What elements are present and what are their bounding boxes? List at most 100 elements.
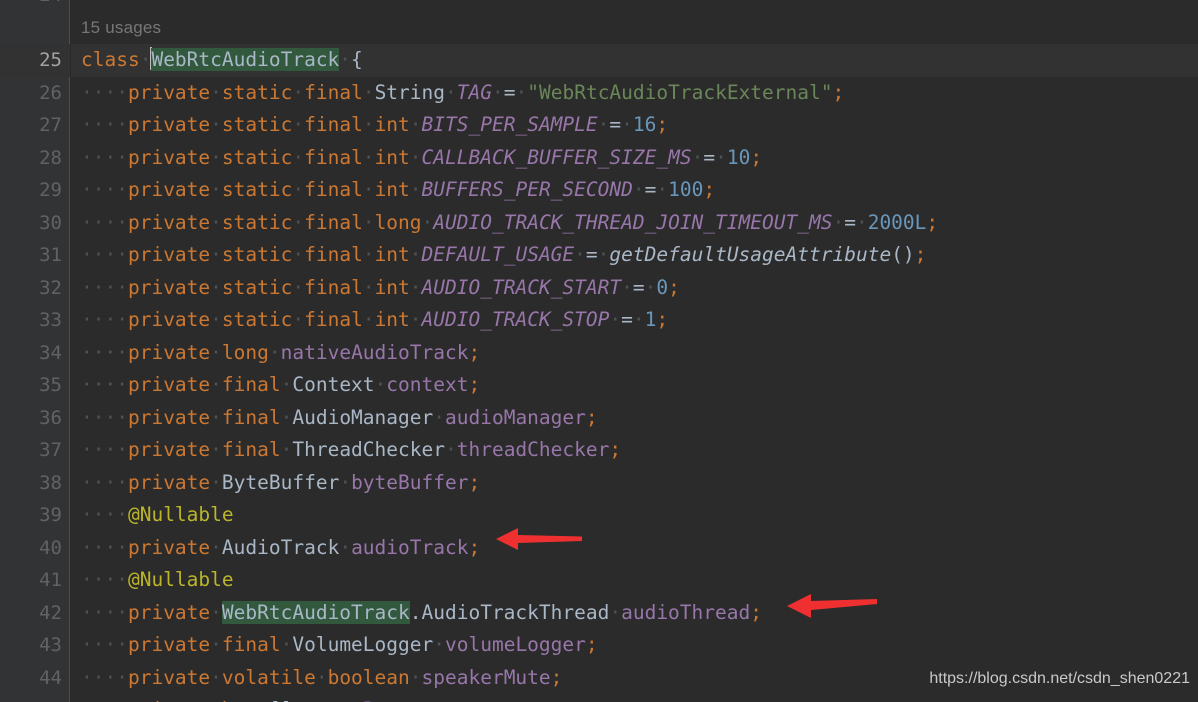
line-number[interactable]: 44	[0, 662, 70, 695]
token-field-context[interactable]: context	[386, 373, 468, 396]
token-type-context[interactable]: Context	[292, 373, 374, 396]
code-line-45[interactable]: ····private·byte[]·emptyBytes;	[71, 694, 1198, 702]
token-constant-default-usage[interactable]: DEFAULT_USAGE	[422, 243, 575, 266]
line-number[interactable]: 42	[0, 597, 70, 630]
token-constant-audio-track-thread-join-timeout-ms[interactable]: AUDIO_TRACK_THREAD_JOIN_TIMEOUT_MS	[433, 211, 832, 234]
token-keyword-private: private	[127, 178, 211, 201]
code-line-27[interactable]: ····private·static·final·int·BITS_PER_SA…	[71, 109, 1198, 142]
line-number-current[interactable]: 25	[0, 44, 70, 77]
line-number-gutter[interactable]: 24 25 26 27 28 29 30 31 32 33 34 35 36 3…	[0, 0, 70, 702]
code-line-24[interactable]	[71, 0, 1198, 12]
token-number[interactable]: 100	[668, 178, 703, 201]
token-field-audio-track[interactable]: audioTrack	[351, 536, 468, 559]
code-line-33[interactable]: ····private·static·final·int·AUDIO_TRACK…	[71, 304, 1198, 337]
token-type-webrtcaudiotrack[interactable]: WebRtcAudioTrack	[221, 600, 410, 624]
token-annotation-nullable[interactable]: @Nullable	[128, 503, 234, 526]
token-keyword-final: final	[304, 113, 363, 136]
code-line-39[interactable]: ····@Nullable	[71, 499, 1198, 532]
token-space: ·	[362, 210, 375, 234]
line-number[interactable]: 26	[0, 77, 70, 110]
code-line-42[interactable]: ····private·WebRtcAudioTrack.AudioTrackT…	[71, 597, 1198, 630]
token-annotation-nullable[interactable]: @Nullable	[128, 568, 234, 591]
token-indent: ····	[81, 243, 128, 266]
token-constant-buffers-per-second[interactable]: BUFFERS_PER_SECOND	[422, 178, 633, 201]
token-indent: ····	[81, 503, 128, 526]
code-line-40[interactable]: ····private·AudioTrack·audioTrack;	[71, 532, 1198, 565]
token-number[interactable]: 10	[727, 146, 750, 169]
token-constant-audio-track-stop[interactable]: AUDIO_TRACK_STOP	[422, 308, 610, 331]
token-method-call-get-default-usage-attribute[interactable]: getDefaultUsageAttribute	[609, 243, 891, 266]
token-parens: ()	[891, 243, 915, 266]
line-number[interactable]: 29	[0, 174, 70, 207]
line-number[interactable]: 40	[0, 532, 70, 565]
token-field-audio-thread[interactable]: audioThread	[621, 601, 750, 624]
token-space: ·	[292, 210, 305, 234]
token-number[interactable]: 1	[645, 308, 657, 331]
line-number[interactable]: 36	[0, 402, 70, 435]
token-space: ·	[210, 80, 222, 104]
token-keyword-static: static	[221, 178, 293, 201]
code-line-31[interactable]: ····private·static·final·int·DEFAULT_USA…	[71, 239, 1198, 272]
line-number[interactable]: 43	[0, 629, 70, 662]
token-constant-bits-per-sample[interactable]: BITS_PER_SAMPLE	[422, 113, 598, 136]
line-number[interactable]: 39	[0, 499, 70, 532]
code-line-32[interactable]: ····private·static·final·int·AUDIO_TRACK…	[71, 272, 1198, 305]
code-editor[interactable]: 24 25 26 27 28 29 30 31 32 33 34 35 36 3…	[0, 0, 1198, 702]
line-number[interactable]: 31	[0, 239, 70, 272]
code-line-29[interactable]: ····private·static·final·int·BUFFERS_PER…	[71, 174, 1198, 207]
line-number[interactable]: 27	[0, 109, 70, 142]
token-number[interactable]: 0	[656, 276, 668, 299]
token-field-empty-bytes[interactable]: emptyBytes	[304, 698, 421, 702]
token-field-volume-logger[interactable]: volumeLogger	[445, 633, 586, 656]
line-number[interactable]: 38	[0, 467, 70, 500]
inlay-hint-usages[interactable]: 15 usages	[71, 12, 1198, 45]
code-line-34[interactable]: ····private·long·nativeAudioTrack;	[71, 337, 1198, 370]
code-line-35[interactable]: ····private·final·Context·context;	[71, 369, 1198, 402]
line-number[interactable]: 28	[0, 142, 70, 175]
token-field-audio-manager[interactable]: audioManager	[445, 406, 586, 429]
token-type-audio-manager[interactable]: AudioManager	[292, 406, 433, 429]
code-line-43[interactable]: ····private·final·VolumeLogger·volumeLog…	[71, 629, 1198, 662]
token-constant-callback-buffer-size-ms[interactable]: CALLBACK_BUFFER_SIZE_MS	[422, 146, 692, 169]
token-field-thread-checker[interactable]: threadChecker	[457, 438, 610, 461]
token-field-speaker-mute[interactable]: speakerMute	[422, 666, 551, 689]
token-space: ·	[362, 145, 375, 169]
token-field-native-audio-track[interactable]: nativeAudioTrack	[281, 341, 469, 364]
token-field-byte-buffer[interactable]: byteBuffer	[351, 471, 468, 494]
token-type-audio-track-thread[interactable]: AudioTrackThread	[422, 601, 610, 624]
line-number[interactable]: 45	[0, 694, 70, 702]
token-space: ·	[362, 275, 375, 299]
token-type-audio-track[interactable]: AudioTrack	[222, 536, 339, 559]
line-number[interactable]: 24	[0, 0, 70, 12]
line-number[interactable]: 34	[0, 337, 70, 370]
token-string-literal[interactable]: "WebRtcAudioTrackExternal"	[527, 81, 832, 104]
line-number[interactable]: 37	[0, 434, 70, 467]
token-space: ·	[374, 373, 387, 396]
line-number[interactable]: 30	[0, 207, 70, 240]
code-line-30[interactable]: ····private·static·final·long·AUDIO_TRAC…	[71, 207, 1198, 240]
token-number[interactable]: 2000L	[868, 211, 927, 234]
code-line-36[interactable]: ····private·final·AudioManager·audioMana…	[71, 402, 1198, 435]
token-space: ·	[409, 275, 422, 299]
line-number[interactable]: 32	[0, 272, 70, 305]
code-content[interactable]: 15 usages class·WebRtcAudioTrack·{ ····p…	[71, 0, 1198, 702]
token-semicolon: ;	[750, 145, 763, 169]
token-type-thread-checker[interactable]: ThreadChecker	[292, 438, 445, 461]
line-number[interactable]: 33	[0, 304, 70, 337]
token-type-string[interactable]: String	[375, 81, 445, 104]
line-number[interactable]: 41	[0, 564, 70, 597]
token-constant-tag[interactable]: TAG	[457, 81, 492, 104]
token-type-volume-logger[interactable]: VolumeLogger	[292, 633, 433, 656]
token-constant-audio-track-start[interactable]: AUDIO_TRACK_START	[422, 276, 622, 299]
code-line-28[interactable]: ····private·static·final·int·CALLBACK_BU…	[71, 142, 1198, 175]
code-line-38[interactable]: ····private·ByteBuffer·byteBuffer;	[71, 467, 1198, 500]
code-line-26[interactable]: ····private·static·final·String·TAG·=·"W…	[71, 77, 1198, 110]
code-line-37[interactable]: ····private·final·ThreadChecker·threadCh…	[71, 434, 1198, 467]
token-type-byte-buffer[interactable]: ByteBuffer	[222, 471, 339, 494]
code-line-41[interactable]: ····@Nullable	[71, 564, 1198, 597]
token-type-webrtcaudiotrack[interactable]: WebRtcAudioTrack	[151, 48, 340, 71]
token-number[interactable]: 16	[633, 113, 656, 136]
code-line-25[interactable]: class·WebRtcAudioTrack·{	[71, 44, 1198, 77]
line-number[interactable]: 35	[0, 369, 70, 402]
token-keyword-static: static	[221, 243, 293, 266]
